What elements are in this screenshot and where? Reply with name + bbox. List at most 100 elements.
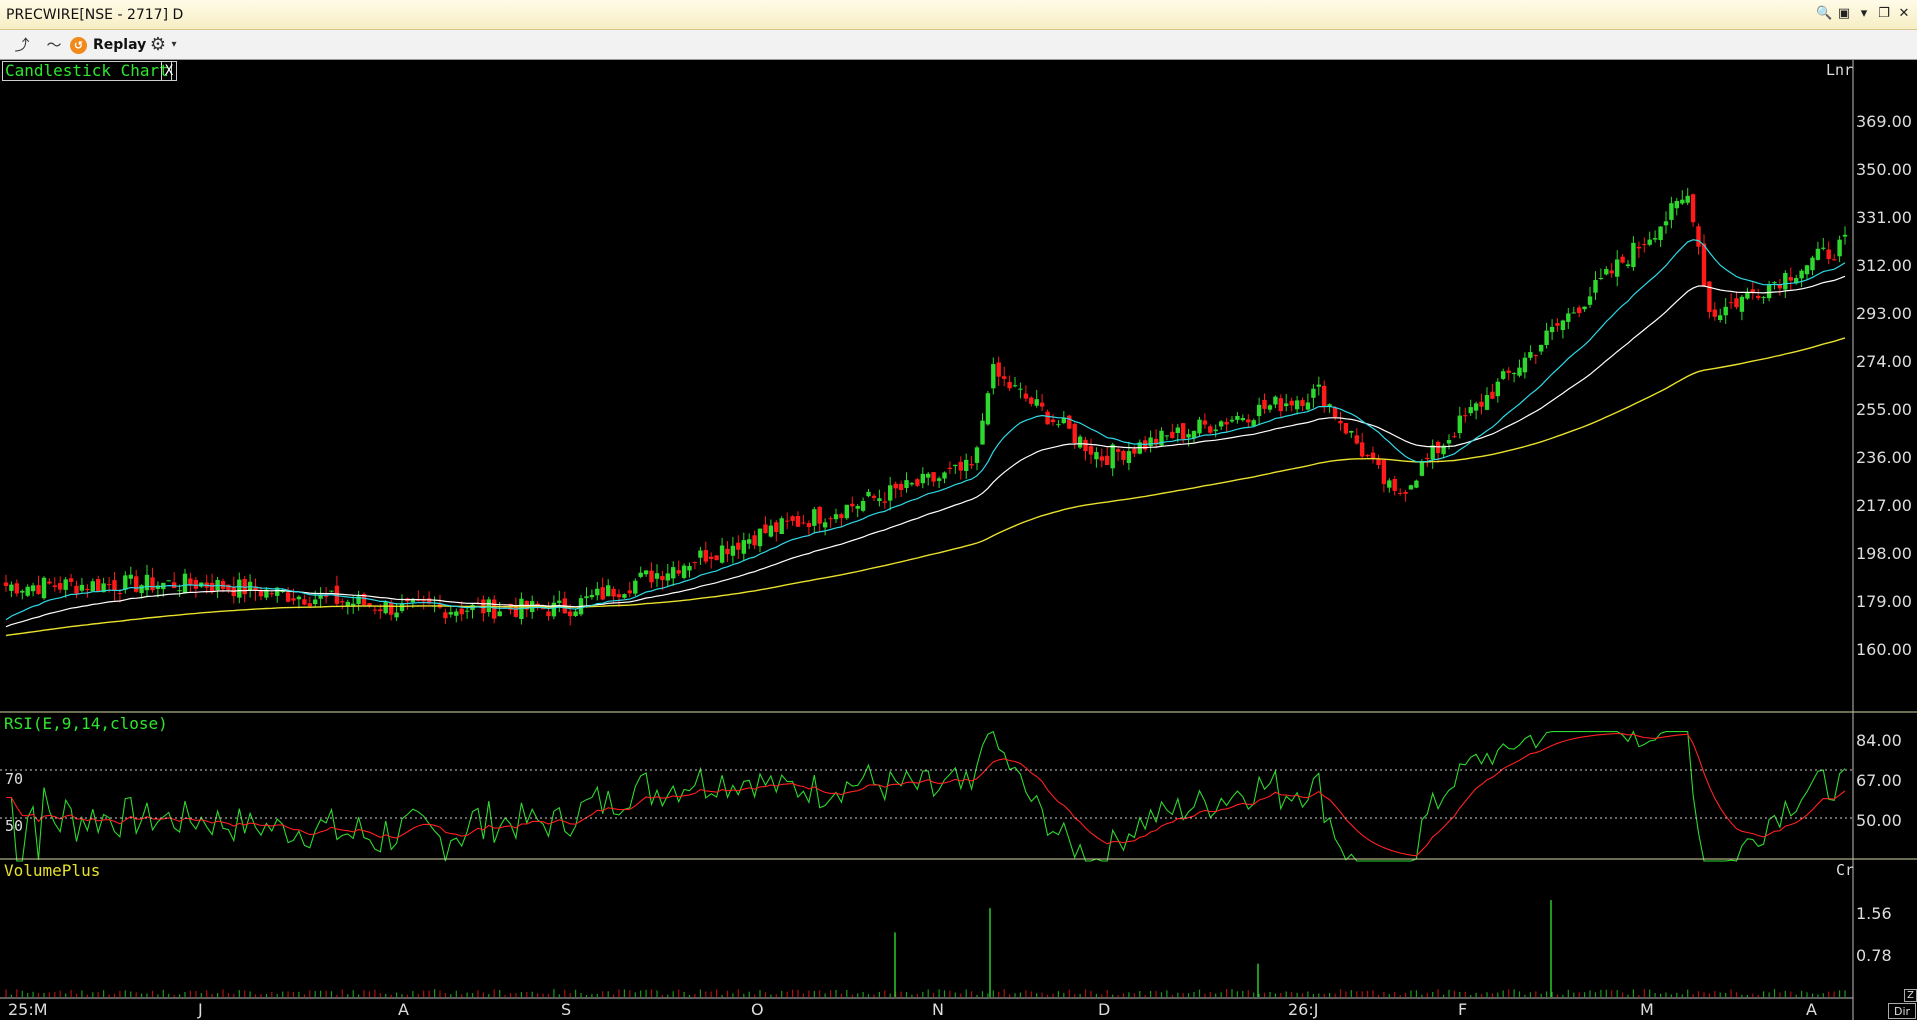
candle-body (1734, 298, 1739, 308)
dropdown-icon[interactable]: ▾ (1856, 6, 1872, 22)
ema200-legend[interactable]: Avg(E,200,close) (177, 61, 331, 80)
candle-body (1213, 429, 1218, 432)
candle-body (573, 611, 578, 616)
price-ytick: 160.00 (1856, 640, 1912, 659)
candle-body (296, 596, 302, 600)
candle-body (1408, 485, 1414, 490)
candle-body (947, 467, 953, 469)
candle-body (1549, 326, 1555, 333)
candle-body (459, 608, 464, 615)
rsi-legend[interactable]: RSI(E,9,14,close) (4, 714, 168, 733)
xtick: N (932, 1000, 944, 1019)
price-ytick: 369.00 (1856, 112, 1912, 131)
ema50-legend[interactable]: Avg(E,50,close) (346, 61, 491, 80)
candle-body (1219, 421, 1224, 427)
chevron-down-icon[interactable]: ▾ (164, 35, 184, 55)
candle-body (589, 595, 595, 598)
candle-body (454, 611, 459, 616)
candle-body (106, 584, 112, 586)
candle-body (383, 601, 388, 614)
candle-body (74, 585, 79, 594)
candle-body (1045, 411, 1050, 425)
candle-body (757, 528, 763, 547)
candle-body (1316, 384, 1321, 387)
price-ytick: 312.00 (1856, 256, 1912, 275)
candle-body (828, 518, 833, 520)
screen-icon[interactable]: ▣ (1836, 6, 1852, 22)
candle-body (1197, 419, 1202, 434)
candle-body (942, 472, 947, 479)
rsi-ytick: 67.00 (1856, 771, 1902, 790)
candle-body (980, 420, 985, 445)
candle-body (372, 609, 378, 611)
price-ytick: 198.00 (1856, 544, 1912, 563)
candle-body (1582, 306, 1587, 310)
candle-body (1322, 385, 1327, 407)
candle-body (1815, 248, 1821, 260)
rsi-ytick: 50.00 (1856, 811, 1902, 830)
candle-body (1392, 479, 1397, 491)
candle-body (177, 590, 182, 592)
replay-button[interactable]: ↺ Replay (70, 34, 146, 56)
candle-body (188, 578, 193, 585)
candle-body (389, 602, 394, 615)
candle-body (714, 555, 719, 561)
candle-body (1701, 243, 1707, 286)
price-ytick: 179.00 (1856, 592, 1912, 611)
candle-body (1609, 270, 1614, 274)
candle-body (654, 573, 660, 579)
candle-body (752, 535, 757, 546)
candle-body (1370, 452, 1376, 459)
candle-body (551, 602, 557, 617)
chart-type-label[interactable]: Candlestick Chart (2, 61, 172, 81)
candle-body (1739, 296, 1745, 312)
direction-button[interactable]: Dir (1888, 1003, 1916, 1019)
search-icon[interactable]: 🔍 (1816, 6, 1832, 22)
chart-area[interactable] (0, 60, 1917, 1020)
cursor-tool-icon[interactable]: ⤴ (12, 35, 32, 55)
candle-body (1783, 273, 1788, 290)
candles (3, 187, 1848, 626)
close-chart-button[interactable]: X (161, 61, 177, 81)
rsi-ytick: 84.00 (1856, 731, 1902, 750)
candle-body (1278, 398, 1283, 412)
candle-body (622, 594, 627, 598)
candle-body (1745, 292, 1750, 299)
candle-body (1479, 401, 1484, 407)
candle-body (36, 585, 41, 594)
close-icon[interactable]: ✕ (1896, 6, 1912, 22)
restore-icon[interactable]: ❐ (1876, 6, 1892, 22)
candle-body (958, 461, 963, 471)
candle-body (833, 514, 839, 520)
candle-body (30, 585, 36, 592)
candle-body (1132, 448, 1137, 454)
candle-body (1658, 226, 1663, 240)
candle-body (801, 522, 806, 524)
candle-body (464, 610, 470, 612)
candle-body (492, 599, 497, 619)
xtick: D (1098, 1000, 1111, 1019)
candle-body (671, 567, 676, 579)
price-ytick: 274.00 (1856, 352, 1912, 371)
candle-body (323, 595, 329, 597)
zoom-button[interactable]: Z (1904, 989, 1917, 1002)
candle-body (698, 550, 703, 558)
volume-legend[interactable]: VolumePlus (4, 861, 100, 880)
candle-body (128, 574, 133, 579)
candle-body (1528, 352, 1533, 358)
candle-body (41, 577, 47, 599)
candle-body (1419, 462, 1425, 476)
chart-type-icon[interactable]: 〜 (44, 35, 64, 55)
candle-body (497, 611, 502, 617)
candle-body (1381, 460, 1387, 485)
candle-body (736, 542, 741, 550)
ema21-legend[interactable]: Avg(E,21,close) (505, 61, 650, 80)
candle-body (1652, 238, 1658, 240)
candle-body (1202, 420, 1208, 425)
candle-body (443, 612, 448, 619)
scale-type-label[interactable]: Lnr (1826, 61, 1853, 79)
candle-body (96, 579, 101, 592)
candle-body (1647, 239, 1652, 245)
candle-body (1267, 405, 1273, 410)
ema50-line (5, 275, 1846, 628)
